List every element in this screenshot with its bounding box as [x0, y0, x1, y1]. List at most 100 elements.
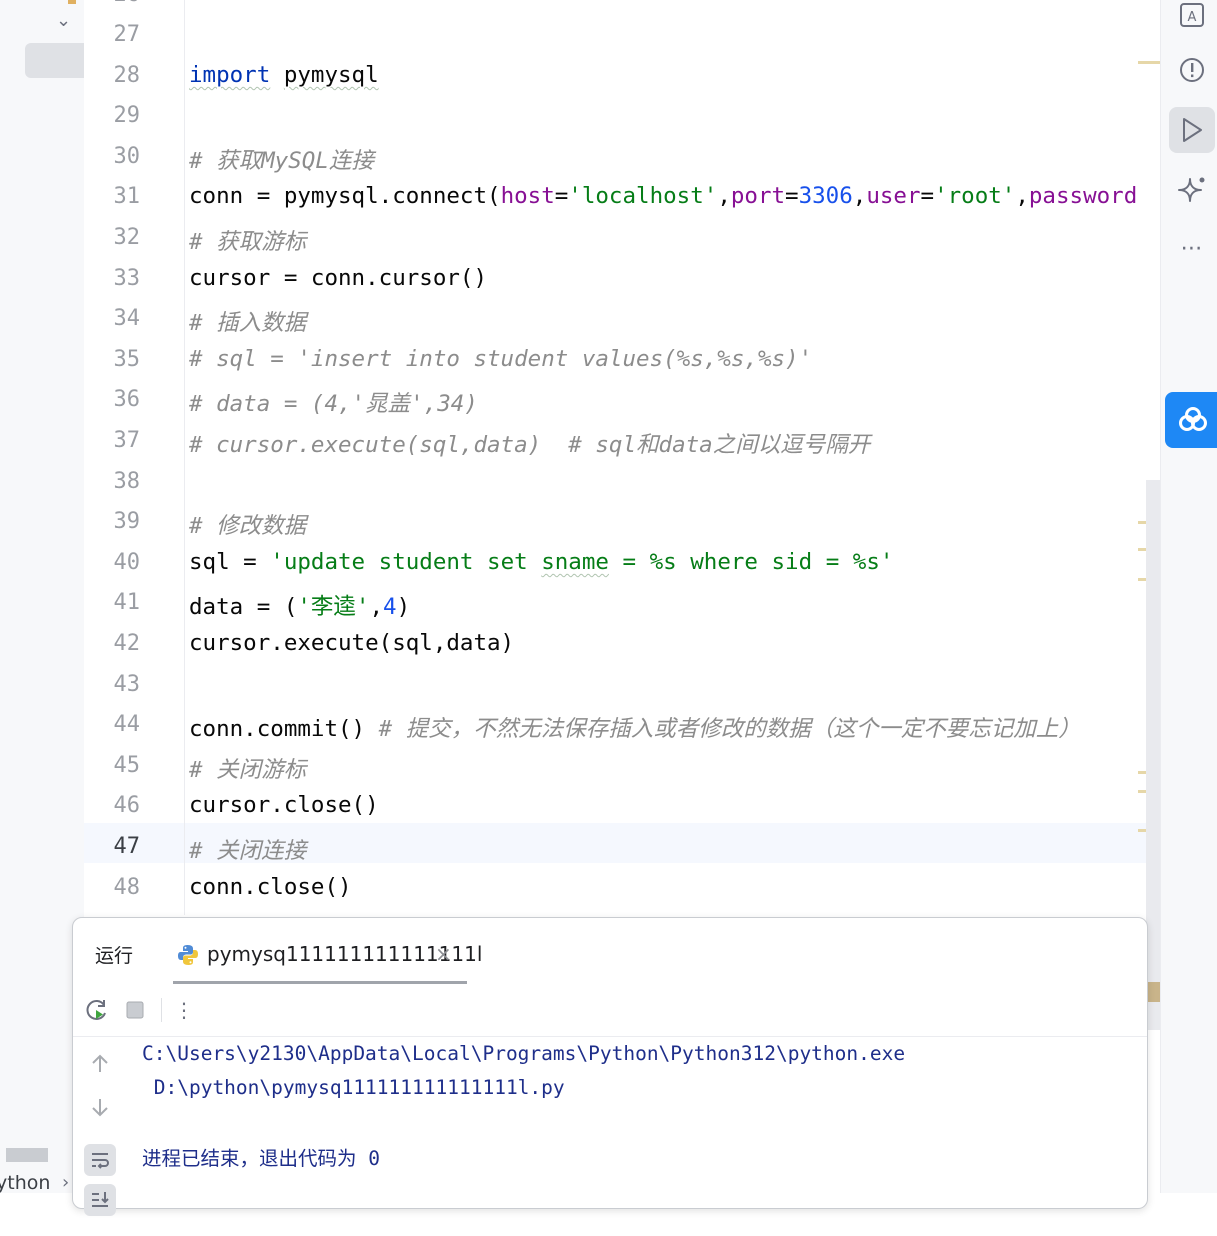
code-token: # 关闭游标 [189, 757, 307, 783]
code-token: cursor = conn.cursor() [189, 265, 488, 291]
toolbar-divider [161, 998, 162, 1022]
line-number: 40 [113, 550, 141, 575]
line-number: 38 [113, 469, 141, 494]
code-token: 'update student set [270, 549, 542, 575]
project-tree-selected-item[interactable] [25, 43, 84, 78]
code-token: data = ( [189, 594, 298, 620]
breadcrumb-path[interactable]: ython [0, 1172, 50, 1194]
ai-assistant-icon[interactable] [1176, 174, 1208, 206]
line-number: 31 [113, 184, 141, 209]
code-token: , [852, 183, 867, 209]
translate-icon[interactable]: A [1176, 0, 1208, 32]
close-icon[interactable]: × [435, 942, 452, 966]
code-line[interactable]: cursor.execute(sql,data) [189, 630, 514, 656]
code-token: # data = (4,'晁盖',34) [189, 391, 478, 417]
code-token: = [554, 183, 569, 209]
code-line[interactable]: conn.commit() # 提交，不然无法保存插入或者修改的数据（这个一定不… [189, 711, 1081, 743]
code-token: , [717, 183, 731, 209]
modified-indicator [68, 0, 76, 4]
arrow-up-icon[interactable] [84, 1048, 116, 1080]
code-line[interactable]: # data = (4,'晁盖',34) [189, 386, 478, 418]
line-number: 44 [113, 712, 141, 737]
code-token: password [1028, 183, 1138, 209]
code-line[interactable]: conn.close() [189, 874, 352, 900]
line-number: 45 [113, 753, 141, 778]
console-exit-message: 进程已结束，退出代码为 0 [142, 1147, 380, 1170]
code-token: = [785, 183, 799, 209]
code-line[interactable]: # sql = 'insert into student values(%s,%… [189, 346, 812, 372]
horizontal-scrollbar[interactable] [6, 1148, 48, 1162]
editor-vertical-scrollbar[interactable] [1146, 480, 1160, 1030]
code-line[interactable]: # 获取MySQL连接 [189, 143, 374, 175]
line-number: 41 [113, 590, 141, 615]
scroll-marker [1138, 61, 1160, 64]
code-token: cursor.close() [189, 792, 379, 818]
more-icon[interactable]: ⋯ [1176, 232, 1208, 264]
code-line[interactable]: # 修改数据 [189, 508, 306, 540]
code-token: # sql = 'insert into student values(%s,%… [189, 346, 813, 372]
code-token: 4 [383, 594, 397, 620]
line-number: 27 [113, 22, 141, 47]
run-toolbar: ⋮ [73, 984, 1147, 1037]
run-side-toolbar [73, 1036, 129, 1236]
code-line[interactable]: conn = pymysql.connect(host='localhost',… [189, 183, 1137, 209]
code-line[interactable]: # 关闭连接 [189, 833, 306, 865]
console-output-line: C:\Users\y2130\AppData\Local\Programs\Py… [142, 1042, 906, 1065]
line-number: 28 [113, 63, 141, 88]
code-token: sname [541, 549, 609, 575]
code-token: '李逵' [297, 594, 370, 620]
code-token: 'root' [934, 183, 1016, 209]
line-number: 33 [113, 266, 141, 291]
breadcrumb-separator: › [62, 1172, 70, 1193]
line-number: 30 [113, 144, 141, 169]
line-number: 37 [113, 428, 141, 453]
code-line[interactable]: import pymysql [189, 62, 379, 88]
code-token: user [866, 183, 921, 209]
code-line[interactable]: data = ('李逵',4) [189, 589, 410, 621]
code-token: cursor.execute(sql,data) [189, 630, 515, 656]
code-line[interactable]: # 获取游标 [189, 224, 306, 256]
run-config-tab[interactable]: pymysq111111111111111l × [173, 928, 482, 984]
baidu-netdisk-icon[interactable] [1165, 392, 1217, 448]
code-token: # 插入数据 [189, 310, 307, 336]
line-number: 39 [113, 509, 141, 534]
code-line[interactable]: sql = 'update student set sname = %s whe… [189, 549, 893, 575]
code-token: # 获取游标 [189, 229, 307, 255]
code-token: ) [396, 594, 411, 620]
code-token: = [920, 183, 935, 209]
run-icon[interactable] [1176, 114, 1208, 146]
line-number: 47 [113, 834, 141, 859]
code-token: 'localhost' [568, 183, 718, 209]
line-number: 43 [113, 672, 141, 697]
code-token: = %s where sid = %s' [608, 549, 894, 575]
more-options-icon[interactable]: ⋮ [170, 996, 198, 1024]
svg-text:A: A [1188, 10, 1197, 25]
line-number: 48 [113, 875, 141, 900]
code-line[interactable]: cursor = conn.cursor() [189, 265, 487, 291]
code-line[interactable]: cursor.close() [189, 792, 379, 818]
code-token: conn.commit() [189, 716, 379, 742]
soft-wrap-icon[interactable] [84, 1144, 116, 1176]
code-token: # 获取MySQL连接 [189, 148, 374, 174]
python-file-icon [178, 945, 198, 965]
arrow-down-icon[interactable] [84, 1091, 116, 1123]
code-token: pymysql [283, 62, 379, 88]
scroll-to-end-icon[interactable] [84, 1184, 116, 1216]
scrollbar-thumb[interactable] [1146, 982, 1160, 1002]
code-token: # 修改数据 [189, 513, 307, 539]
code-token: 3306 [798, 183, 853, 209]
chevron-down-icon[interactable]: ⌄ [56, 10, 71, 31]
line-number: 26 [84, 0, 141, 7]
code-line[interactable]: # 插入数据 [189, 305, 306, 337]
rerun-icon[interactable] [83, 996, 111, 1024]
stop-icon[interactable] [121, 996, 149, 1024]
line-number: 36 [113, 387, 141, 412]
code-token: , [1015, 183, 1029, 209]
line-number: 32 [113, 225, 141, 250]
run-panel-title: 运行 [95, 945, 134, 967]
code-line[interactable]: # cursor.execute(sql,data) # sql和data之间以… [189, 427, 870, 459]
gutter-separator [184, 0, 185, 915]
problems-icon[interactable] [1176, 54, 1208, 86]
code-line[interactable]: # 关闭游标 [189, 752, 306, 784]
